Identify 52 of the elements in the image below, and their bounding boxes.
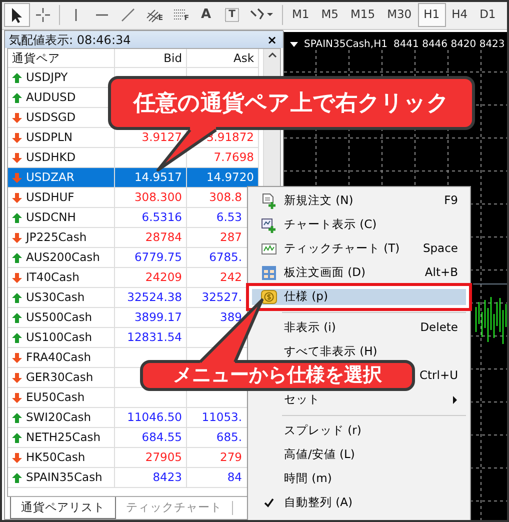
bid-price: 3899.17 <box>134 310 182 324</box>
ask-price: 6.53 <box>216 210 242 224</box>
symbol-text: USDCNH <box>26 209 76 226</box>
ask-price: 389 <box>220 310 242 324</box>
panel-title: 気配値表示: 08:46:34 <box>9 32 131 48</box>
ask-price: 242 <box>220 270 242 284</box>
symbol-text: USDPLN <box>26 129 73 146</box>
symbol-text: USDZAR <box>26 169 74 186</box>
bid-price: 24209 <box>145 270 182 284</box>
symbol-text: EU50Cash <box>26 389 85 406</box>
bid-price: 6779.75 <box>134 250 182 264</box>
symbol-text: US500Cash <box>26 309 92 326</box>
ask-price: 84 <box>227 470 242 484</box>
symbol-text: US100Cash <box>26 329 92 346</box>
bid-price: 684.55 <box>142 430 182 444</box>
chart-prices: 8441 8446 8420 8423 <box>393 38 505 52</box>
symbol-text: GER30Cash <box>26 369 94 386</box>
ask-price: 3.91872 <box>206 130 254 144</box>
bid-price: 14.9517 <box>134 170 182 184</box>
ask-price: 32527. <box>202 290 242 304</box>
bid-price: 12831.54 <box>127 330 182 344</box>
ask-price: 7.7698 <box>214 150 254 164</box>
bid-price: 32524.38 <box>127 290 182 304</box>
symbol-text: AUDUSD <box>26 89 76 106</box>
symbol-text: AUS200Cash <box>26 249 100 266</box>
symbol-text: SWI20Cash <box>26 409 92 426</box>
symbol-text: FRA40Cash <box>26 349 91 366</box>
ask-price: 287 <box>220 230 242 244</box>
symbol-text: USDHUF <box>26 189 74 206</box>
symbol-text: HK50Cash <box>26 449 86 466</box>
bid-price: 6.5316 <box>142 210 182 224</box>
symbol-text: USDJPY <box>26 69 68 86</box>
ask-price: 11053. <box>202 410 242 424</box>
chart-symbol: SPAIN35Cash,H1 <box>304 38 388 52</box>
bid-price: 27905 <box>145 450 182 464</box>
ask-price: 279 <box>220 450 242 464</box>
bid-price: 8423 <box>152 470 182 484</box>
ask-price: 14.9720 <box>206 170 254 184</box>
bid-price: 28784 <box>145 230 182 244</box>
symbol-text: USDSGD <box>26 109 76 126</box>
ask-price: 6785. <box>209 250 242 264</box>
symbol-text: US30Cash <box>26 289 85 306</box>
symbol-text: JP225Cash <box>26 229 87 246</box>
bid-price: 3.9127 <box>142 130 182 144</box>
symbol-text: NETH25Cash <box>26 429 101 446</box>
bid-price: 11046.50 <box>127 410 182 424</box>
symbol-text: SPAIN35Cash <box>26 469 102 486</box>
ask-price: 308.8 <box>209 190 242 204</box>
symbol-text: USDHKD <box>26 149 76 166</box>
symbol-text: IT40Cash <box>26 269 80 286</box>
bid-price: 308.300 <box>134 190 182 204</box>
ask-price: 685. <box>216 430 242 444</box>
